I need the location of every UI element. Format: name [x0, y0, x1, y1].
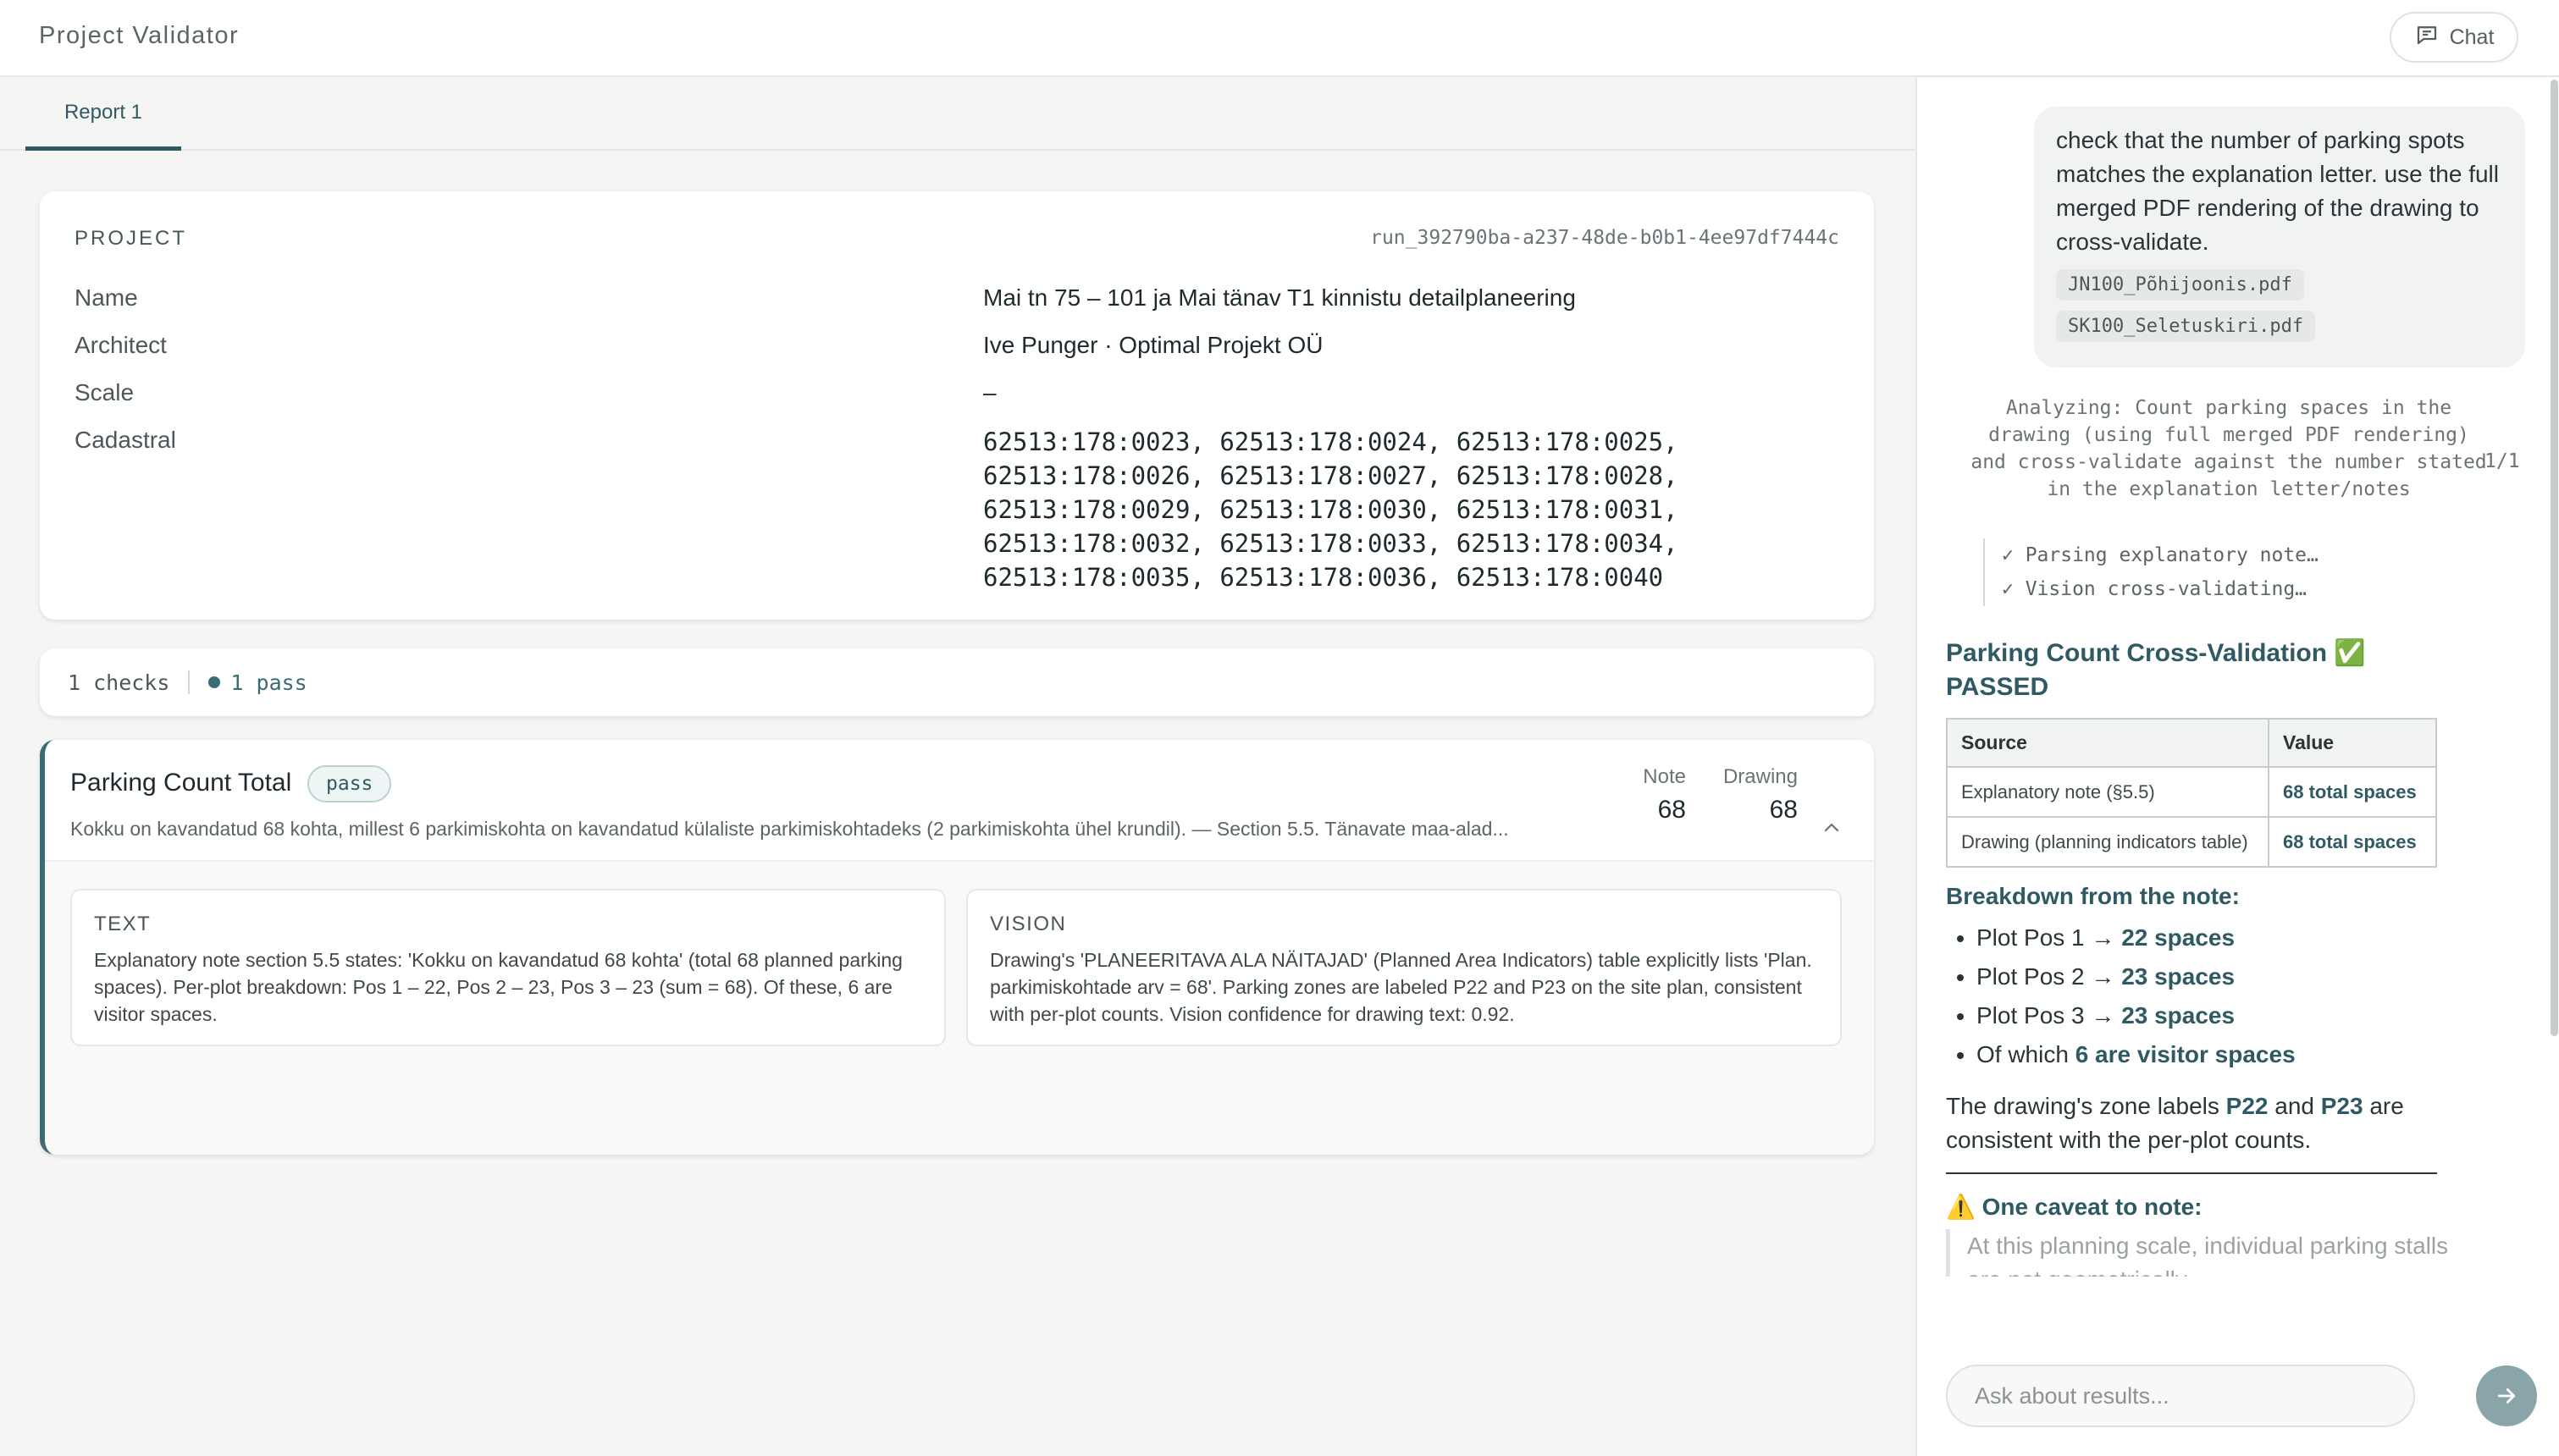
report-area: Report 1 PROJECT run_392790ba-a237-48de-…: [0, 78, 1915, 1456]
metric-note-value: 68: [1657, 796, 1686, 824]
list-item: Of which 6 are visitor spaces: [1976, 1035, 2454, 1074]
name-label: Name: [75, 284, 138, 311]
metric-note-label: Note: [1643, 765, 1686, 788]
chat-button-label: Chat: [2449, 25, 2495, 49]
check-header[interactable]: Parking Count Total pass Kokku on kavand…: [45, 740, 1874, 862]
vision-evidence-body: Drawing's 'PLANEERITAVA ALA NÄITAJAD' (P…: [990, 949, 1812, 1025]
check-description: Kokku on kavandatud 68 kohta, millest 6 …: [70, 818, 1509, 840]
list-item-text: Plot Pos 1 →: [1976, 924, 2122, 951]
attachment-chip[interactable]: SK100_Seletuskiri.pdf: [2056, 311, 2316, 342]
response-table: Source Value Explanatory note (§5.5) 68 …: [1946, 718, 2437, 868]
metric-drawing-label: Drawing: [1722, 765, 1798, 788]
scale-label: Scale: [75, 379, 135, 405]
project-section-label: PROJECT: [75, 227, 188, 250]
list-item: Plot Pos 2 → 23 spaces: [1976, 957, 2454, 996]
vision-evidence-card: VISION Drawing's 'PLANEERITAVA ALA NÄITA…: [966, 889, 1842, 1046]
send-button[interactable]: [2476, 1365, 2537, 1426]
summary-divider: [188, 670, 191, 694]
table-row: Explanatory note (§5.5) 68 total spaces: [1946, 766, 2437, 818]
report-tabs: Report 1: [0, 78, 1915, 151]
list-item-text: Of which: [1976, 1041, 2075, 1067]
cadastral-value: 62513:178:0023, 62513:178:0024, 62513:17…: [983, 427, 1678, 592]
status-badge: pass: [307, 765, 392, 802]
list-item-value: 23 spaces: [2121, 1002, 2236, 1029]
zone-label-p22: P22: [2225, 1093, 2269, 1119]
zone-text: The drawing's zone labels: [1946, 1093, 2226, 1119]
table-cell-value: 68 total spaces: [2268, 766, 2437, 818]
list-item-text: Plot Pos 2 →: [1976, 963, 2122, 990]
chat-bubble-icon: [2414, 22, 2440, 53]
scale-value: –: [983, 379, 997, 405]
check-card-parking: Parking Count Total pass Kokku on kavand…: [40, 740, 1874, 1155]
list-item: Plot Pos 1 → 22 spaces: [1976, 918, 2454, 957]
chat-scrollbar-thumb[interactable]: [2551, 80, 2558, 1036]
breakdown-heading: Breakdown from the note:: [1946, 883, 2240, 909]
chat-button[interactable]: Chat: [2390, 12, 2518, 63]
arrow-right-icon: [2497, 1388, 2516, 1404]
list-item-value: 23 spaces: [2121, 963, 2236, 990]
breakdown-list: Plot Pos 1 → 22 spaces Plot Pos 2 → 23 s…: [1946, 918, 2454, 1074]
check-details: TEXT Explanatory note section 5.5 states…: [45, 862, 1874, 1155]
metric-drawing-value: 68: [1769, 796, 1798, 824]
checks-summary: 1 checks 1 pass: [40, 648, 1874, 716]
chat-input[interactable]: Ask about results...: [1946, 1365, 2415, 1427]
list-item-text: Plot Pos 3 →: [1976, 1002, 2122, 1029]
step-item: ✓ Vision cross-validating…: [2002, 578, 2308, 600]
cadastral-label: Cadastral: [75, 427, 176, 453]
caveat-quote: At this planning scale, individual parki…: [1946, 1229, 2454, 1277]
chat-panel: check that the number of parking spots m…: [1915, 78, 2559, 1456]
table-header: Value: [2268, 718, 2437, 768]
chevron-up-icon[interactable]: [1821, 818, 1842, 838]
vision-evidence-title: VISION: [990, 913, 1067, 935]
project-card: PROJECT run_392790ba-a237-48de-b0b1-4ee9…: [40, 191, 1874, 620]
table-cell-value: 68 total spaces: [2268, 816, 2437, 868]
name-value: Mai tn 75 – 101 ja Mai tänav T1 kinnistu…: [983, 284, 1576, 311]
list-item-value: 6 are visitor spaces: [2075, 1041, 2296, 1067]
table-cell-source: Drawing (planning indicators table): [1946, 816, 2269, 868]
architect-value: Ive Punger · Optimal Projekt OÜ: [983, 332, 1324, 358]
user-message: check that the number of parking spots m…: [2034, 107, 2525, 367]
analyzing-status: Analyzing: Count parking spaces in the d…: [1970, 397, 2487, 500]
check-title: Parking Count Total: [70, 769, 292, 797]
table-row: Drawing (planning indicators table) 68 t…: [1946, 816, 2437, 868]
list-item: Plot Pos 3 → 23 spaces: [1976, 996, 2454, 1035]
metric-drawing: Drawing 68: [1705, 765, 1798, 825]
zone-label-p23: P23: [2320, 1093, 2363, 1119]
pass-dot-icon: [208, 676, 221, 688]
tab-report-1[interactable]: Report 1: [25, 78, 181, 151]
step-item: ✓ Parsing explanatory note…: [2002, 544, 2319, 566]
table-cell-source: Explanatory note (§5.5): [1946, 766, 2269, 818]
checks-count: 1 checks: [68, 670, 170, 695]
response-title: Parking Count Cross-Validation ✅ PASSED: [1946, 639, 2366, 701]
text-evidence-title: TEXT: [94, 913, 152, 935]
text-evidence-card: TEXT Explanatory note section 5.5 states…: [70, 889, 946, 1046]
attachment-chip[interactable]: JN100_Põhijoonis.pdf: [2056, 269, 2304, 301]
text-evidence-body: Explanatory note section 5.5 states: 'Ko…: [94, 949, 903, 1025]
progress-steps: ✓ Parsing explanatory note… ✓ Vision cro…: [1983, 538, 2319, 606]
divider: [1946, 1172, 2437, 1174]
top-bar: Project Validator Chat: [0, 0, 2559, 77]
user-message-text: check that the number of parking spots m…: [2056, 127, 2499, 255]
architect-label: Architect: [75, 332, 167, 358]
list-item-value: 22 spaces: [2121, 924, 2236, 951]
assistant-response: Parking Count Cross-Validation ✅ PASSED …: [1946, 637, 2454, 1277]
pass-count: 1 pass: [230, 670, 307, 695]
app-title: Project Validator: [39, 22, 240, 49]
table-header: Source: [1946, 718, 2269, 768]
caveat-heading: ⚠️ One caveat to note:: [1946, 1194, 2203, 1220]
zone-paragraph: The drawing's zone labels P22 and P23 ar…: [1946, 1089, 2454, 1157]
zone-text: and: [2268, 1093, 2321, 1119]
metric-note: Note 68: [1618, 765, 1686, 825]
step-counter: 1/1: [2484, 450, 2520, 472]
run-id: run_392790ba-a237-48de-b0b1-4ee97df7444c: [1370, 227, 1839, 249]
